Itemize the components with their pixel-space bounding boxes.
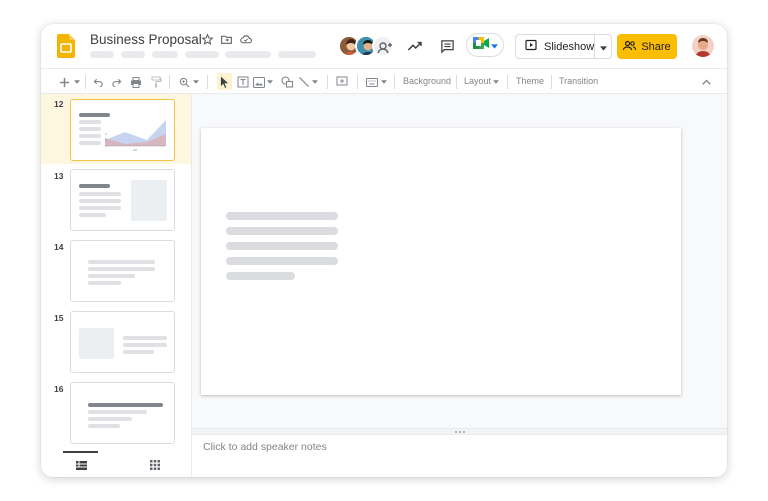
toolbar-divider bbox=[357, 75, 358, 89]
filmstrip-slide[interactable]: 14 bbox=[41, 237, 191, 302]
toolbar-divider bbox=[394, 75, 395, 89]
filmstrip-view-icon[interactable] bbox=[74, 459, 88, 471]
background-button[interactable]: Background bbox=[403, 76, 451, 86]
toolbar: Background Layout Theme Transition bbox=[41, 68, 727, 94]
slide-number: 13 bbox=[54, 171, 64, 181]
share-button[interactable]: Share bbox=[617, 34, 677, 59]
paint-format-icon[interactable] bbox=[149, 74, 163, 90]
chevron-down-icon[interactable] bbox=[266, 74, 274, 90]
trending-up-icon[interactable] bbox=[405, 36, 425, 56]
input-tools-icon[interactable] bbox=[365, 74, 379, 90]
text-placeholder-line bbox=[226, 257, 338, 265]
menu-item-placeholder[interactable] bbox=[185, 51, 219, 58]
slideshow-button-group: Slideshow bbox=[515, 34, 612, 59]
slide-number: 15 bbox=[54, 313, 64, 323]
area-chart-thumbnail bbox=[105, 120, 166, 151]
slideshow-options-dropdown[interactable] bbox=[595, 35, 611, 58]
slide-thumbnail bbox=[70, 382, 175, 444]
speaker-notes-placeholder[interactable]: Click to add speaker notes bbox=[203, 441, 327, 453]
chevron-down-icon[interactable] bbox=[311, 74, 319, 90]
google-meet-icon bbox=[472, 36, 489, 54]
grid-view-icon[interactable] bbox=[148, 459, 162, 471]
move-to-folder-icon[interactable] bbox=[219, 32, 233, 46]
toolbar-divider bbox=[507, 75, 508, 89]
chevron-down-icon[interactable] bbox=[380, 74, 388, 90]
filmstrip-slide[interactable]: 15 bbox=[41, 308, 191, 373]
line-icon[interactable] bbox=[297, 74, 311, 90]
slide-thumbnail bbox=[70, 240, 175, 302]
collapse-toolbar-icon[interactable] bbox=[699, 74, 713, 90]
menu-item-placeholder[interactable] bbox=[225, 51, 271, 58]
new-slide-icon[interactable] bbox=[57, 74, 71, 90]
image-icon[interactable] bbox=[252, 74, 266, 90]
filmstrip-slide[interactable]: 13 bbox=[41, 166, 191, 231]
filmstrip-slide[interactable]: 16 bbox=[41, 379, 191, 444]
text-placeholder-line bbox=[226, 242, 338, 250]
text-box-icon[interactable] bbox=[236, 74, 250, 90]
chevron-down-icon bbox=[490, 36, 498, 54]
zoom-icon[interactable] bbox=[177, 74, 191, 90]
toolbar-divider bbox=[327, 75, 328, 89]
people-icon bbox=[623, 38, 637, 56]
slide-number: 14 bbox=[54, 242, 64, 252]
present-icon bbox=[525, 38, 537, 56]
layout-button[interactable]: Layout bbox=[464, 76, 491, 86]
slide-number: 16 bbox=[54, 384, 64, 394]
slideshow-label: Slideshow bbox=[544, 40, 595, 53]
star-icon[interactable] bbox=[200, 32, 214, 46]
chevron-down-icon[interactable] bbox=[492, 74, 500, 90]
chevron-down-icon bbox=[599, 38, 607, 56]
slides-logo-icon[interactable] bbox=[57, 34, 75, 58]
share-label: Share bbox=[641, 40, 671, 53]
text-placeholder-line bbox=[226, 227, 338, 235]
notes-resize-handle[interactable] bbox=[192, 428, 727, 435]
collaborator-more-avatar[interactable] bbox=[372, 35, 394, 57]
undo-icon[interactable] bbox=[91, 74, 105, 90]
toolbar-divider bbox=[85, 75, 86, 89]
speaker-notes-panel[interactable]: Click to add speaker notes bbox=[192, 435, 727, 477]
menu-item-placeholder[interactable] bbox=[90, 51, 114, 58]
toolbar-divider bbox=[207, 75, 208, 89]
menu-item-placeholder[interactable] bbox=[152, 51, 178, 58]
slide-thumbnail bbox=[70, 311, 175, 373]
document-title[interactable]: Business Proposal bbox=[90, 32, 202, 47]
current-slide[interactable] bbox=[201, 128, 681, 395]
menu-item-placeholder[interactable] bbox=[278, 51, 316, 58]
chevron-down-icon[interactable] bbox=[73, 74, 81, 90]
transition-button[interactable]: Transition bbox=[559, 76, 598, 86]
slide-thumbnail bbox=[70, 99, 175, 161]
comment-icon[interactable] bbox=[437, 36, 457, 56]
theme-button[interactable]: Theme bbox=[516, 76, 544, 86]
filmstrip-panel: 12 13 14 15 16 bbox=[41, 94, 192, 477]
toolbar-divider bbox=[551, 75, 552, 89]
slide-thumbnail bbox=[70, 169, 175, 231]
meet-button[interactable] bbox=[466, 33, 504, 57]
text-placeholder-line bbox=[226, 272, 295, 280]
print-icon[interactable] bbox=[129, 74, 143, 90]
title-bar: Business Proposal Slideshow Share bbox=[41, 24, 727, 68]
chevron-down-icon[interactable] bbox=[192, 74, 200, 90]
slides-window: Business Proposal Slideshow Share Backgr… bbox=[41, 24, 727, 477]
slideshow-button[interactable]: Slideshow bbox=[516, 35, 596, 58]
select-cursor-icon[interactable] bbox=[217, 73, 232, 90]
redo-icon[interactable] bbox=[109, 74, 123, 90]
user-account-avatar[interactable] bbox=[692, 35, 714, 57]
toolbar-divider bbox=[456, 75, 457, 89]
filmstrip-slide[interactable]: 12 bbox=[41, 94, 191, 164]
slide-editor-canvas bbox=[192, 94, 727, 428]
slide-number: 12 bbox=[54, 99, 64, 109]
cloud-saved-icon[interactable] bbox=[239, 32, 253, 46]
active-tab-indicator bbox=[63, 451, 98, 453]
menu-item-placeholder[interactable] bbox=[121, 51, 145, 58]
filmstrip-view-toggle bbox=[41, 451, 191, 477]
toolbar-divider bbox=[169, 75, 170, 89]
add-comment-icon[interactable] bbox=[335, 74, 349, 90]
text-placeholder-line bbox=[226, 212, 338, 220]
shape-icon[interactable] bbox=[280, 74, 294, 90]
